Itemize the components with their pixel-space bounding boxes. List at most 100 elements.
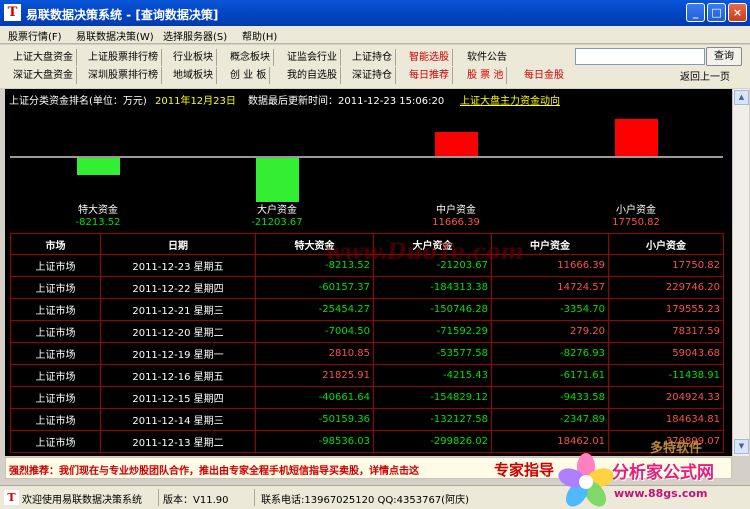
tb-stock-pool[interactable]: 股 票 池 bbox=[464, 67, 508, 84]
table-row[interactable]: 上证市场 2011-12-16 星期五 21825.91 -4215.43 -6171.… bbox=[10, 364, 724, 387]
cell-small: 17750.82 bbox=[608, 254, 724, 277]
tb-sh-market-funds[interactable]: 上证大盘资金 bbox=[10, 49, 77, 66]
cell-medium: 14724.57 bbox=[491, 276, 609, 299]
cell-large: -154829.12 bbox=[373, 386, 492, 409]
search-input[interactable] bbox=[575, 48, 705, 65]
overlay-url: www.88gs.com bbox=[614, 487, 708, 500]
cell-super-large: -8213.52 bbox=[255, 254, 374, 277]
cell-date: 2011-12-15 星期四 bbox=[100, 386, 256, 409]
search-button[interactable]: 查询 bbox=[706, 47, 742, 66]
tb-region-sector[interactable]: 地域板块 bbox=[170, 67, 217, 84]
cell-medium: 18462.01 bbox=[491, 430, 609, 453]
table-header-row: 市场 日期 特大资金 大户资金 中户资金 小户资金 bbox=[10, 233, 724, 255]
cell-large: -299826.02 bbox=[373, 430, 492, 453]
table-row[interactable]: 上证市场 2011-12-15 星期四 -40661.64 -154829.12 -94… bbox=[10, 386, 724, 409]
bar-large bbox=[256, 158, 299, 202]
cell-market: 上证市场 bbox=[10, 386, 101, 409]
table-row[interactable]: 上证市场 2011-12-23 星期五 -8213.52 -21203.67 11666… bbox=[10, 254, 724, 277]
cell-market: 上证市场 bbox=[10, 276, 101, 299]
cell-medium: -6171.61 bbox=[491, 364, 609, 387]
update-time: 数据最后更新时间：2011-12-23 15:06:20 bbox=[248, 96, 445, 107]
maximize-button[interactable]: □ bbox=[707, 3, 726, 22]
tb-sh-holdings[interactable]: 上证持仓 bbox=[349, 49, 396, 66]
tb-sh-stock-ranking[interactable]: 上证股票排行榜 bbox=[85, 49, 162, 66]
tb-smart-picker[interactable]: 智能选股 bbox=[406, 49, 453, 66]
bar-value-large: -21203.67 bbox=[251, 217, 303, 228]
tb-gem-board[interactable]: 创 业 板 bbox=[227, 67, 271, 84]
tb-csrc-industry[interactable]: 证监会行业 bbox=[284, 49, 341, 66]
cell-large: -132127.58 bbox=[373, 408, 492, 431]
main-funds-link[interactable]: 上证大盘主力资金动向 bbox=[460, 92, 560, 107]
menu-select-server[interactable]: 选择服务器(S) bbox=[163, 28, 227, 43]
tb-my-watchlist[interactable]: 我的自选股 bbox=[284, 67, 341, 84]
cell-large: -53577.58 bbox=[373, 342, 492, 365]
cell-large: -150746.28 bbox=[373, 298, 492, 321]
cell-super-large: 2810.85 bbox=[255, 342, 374, 365]
bar-label-large: 大户资金 bbox=[257, 205, 297, 216]
table-row[interactable]: 上证市场 2011-12-22 星期四 -60157.37 -184313.38 147… bbox=[10, 276, 724, 299]
tb-concept-sector[interactable]: 概念板块 bbox=[227, 49, 274, 66]
cell-large: -4215.43 bbox=[373, 364, 492, 387]
tb-sz-holdings[interactable]: 深证持仓 bbox=[349, 67, 396, 84]
vertical-scrollbar[interactable]: ▲ ▼ bbox=[732, 89, 749, 456]
menu-bar: 股票行情(F) 易联数据决策(W) 选择服务器(S) 帮助(H) bbox=[0, 26, 750, 44]
col-header-super-large[interactable]: 特大资金 bbox=[255, 233, 374, 255]
cell-medium: -2347.89 bbox=[491, 408, 609, 431]
tb-industry-sector[interactable]: 行业板块 bbox=[170, 49, 217, 66]
bar-super-large bbox=[77, 158, 120, 175]
cell-market: 上证市场 bbox=[10, 254, 101, 277]
cell-super-large: 21825.91 bbox=[255, 364, 374, 387]
window-title: 易联数据决策系统 - [查询数据决策] bbox=[26, 8, 219, 22]
cell-market: 上证市场 bbox=[10, 342, 101, 365]
col-header-small[interactable]: 小户资金 bbox=[608, 233, 724, 255]
table-row[interactable]: 上证市场 2011-12-20 星期二 -7004.50 -71592.29 279.2… bbox=[10, 320, 724, 343]
tb-sz-market-funds[interactable]: 深证大盘资金 bbox=[10, 67, 77, 84]
menu-stock-quotes[interactable]: 股票行情(F) bbox=[8, 28, 62, 43]
menu-yilian-data[interactable]: 易联数据决策(W) bbox=[76, 28, 154, 43]
bar-label-medium: 中户资金 bbox=[436, 205, 476, 216]
app-logo-icon: T bbox=[4, 4, 21, 21]
tb-announcements[interactable]: 软件公告 bbox=[464, 49, 510, 66]
cell-small: 229746.20 bbox=[608, 276, 724, 299]
ranking-date: 2011年12月23日 bbox=[155, 96, 236, 107]
cell-small: 204924.33 bbox=[608, 386, 724, 409]
title-bar[interactable]: T 易联数据决策系统 - [查询数据决策] _ □ × bbox=[0, 0, 750, 26]
cell-market: 上证市场 bbox=[10, 364, 101, 387]
table-row[interactable]: 上证市场 2011-12-21 星期三 -25454.27 -150746.28 -33… bbox=[10, 298, 724, 321]
col-header-medium[interactable]: 中户资金 bbox=[491, 233, 609, 255]
tb-daily-recommend[interactable]: 每日推荐 bbox=[406, 67, 453, 84]
promo-text[interactable]: 强烈推荐：我们现在与专业炒股团队合作，推出由专家全程手机短信指导买卖股，详情点击… bbox=[9, 462, 419, 477]
cell-small: 184634.81 bbox=[608, 408, 724, 431]
col-header-large[interactable]: 大户资金 bbox=[373, 233, 492, 255]
table-row[interactable]: 上证市场 2011-12-13 星期二 -98536.03 -299826.02 184… bbox=[10, 430, 724, 453]
cell-market: 上证市场 bbox=[10, 320, 101, 343]
cell-small: 78317.59 bbox=[608, 320, 724, 343]
col-header-date[interactable]: 日期 bbox=[100, 233, 256, 255]
bar-small bbox=[615, 119, 658, 156]
promo-tag[interactable]: 专家指导 bbox=[494, 459, 554, 480]
table-row[interactable]: 上证市场 2011-12-19 星期一 2810.85 -53577.58 -8276.… bbox=[10, 342, 724, 365]
table-row[interactable]: 上证市场 2011-12-14 星期三 -50159.36 -132127.58 -23… bbox=[10, 408, 724, 431]
cell-date: 2011-12-20 星期二 bbox=[100, 320, 256, 343]
bar-value-super-large: -8213.52 bbox=[75, 217, 121, 228]
cell-medium: -9433.58 bbox=[491, 386, 609, 409]
cell-date: 2011-12-13 星期二 bbox=[100, 430, 256, 453]
tb-daily-gold-stock[interactable]: 每日金股 bbox=[521, 67, 567, 84]
minimize-button[interactable]: _ bbox=[686, 3, 705, 22]
cell-super-large: -50159.36 bbox=[255, 408, 374, 431]
scroll-up-arrow-icon[interactable]: ▲ bbox=[734, 90, 749, 105]
col-header-market[interactable]: 市场 bbox=[10, 233, 101, 255]
cell-date: 2011-12-22 星期四 bbox=[100, 276, 256, 299]
ranking-label: 上证分类资金排名(单位：万元) bbox=[9, 96, 147, 107]
cell-medium: -3354.70 bbox=[491, 298, 609, 321]
cell-super-large: -60157.37 bbox=[255, 276, 374, 299]
cell-small: 179555.23 bbox=[608, 298, 724, 321]
status-version: 版本：V11.90 bbox=[163, 495, 229, 506]
cell-small: -11438.91 bbox=[608, 364, 724, 387]
tb-sz-stock-ranking[interactable]: 深圳股票排行榜 bbox=[85, 67, 162, 84]
close-button[interactable]: × bbox=[728, 3, 747, 22]
menu-help[interactable]: 帮助(H) bbox=[242, 28, 277, 43]
back-link[interactable]: 返回上一页 bbox=[680, 68, 730, 83]
scroll-down-arrow-icon[interactable]: ▼ bbox=[734, 439, 749, 454]
cell-date: 2011-12-21 星期三 bbox=[100, 298, 256, 321]
